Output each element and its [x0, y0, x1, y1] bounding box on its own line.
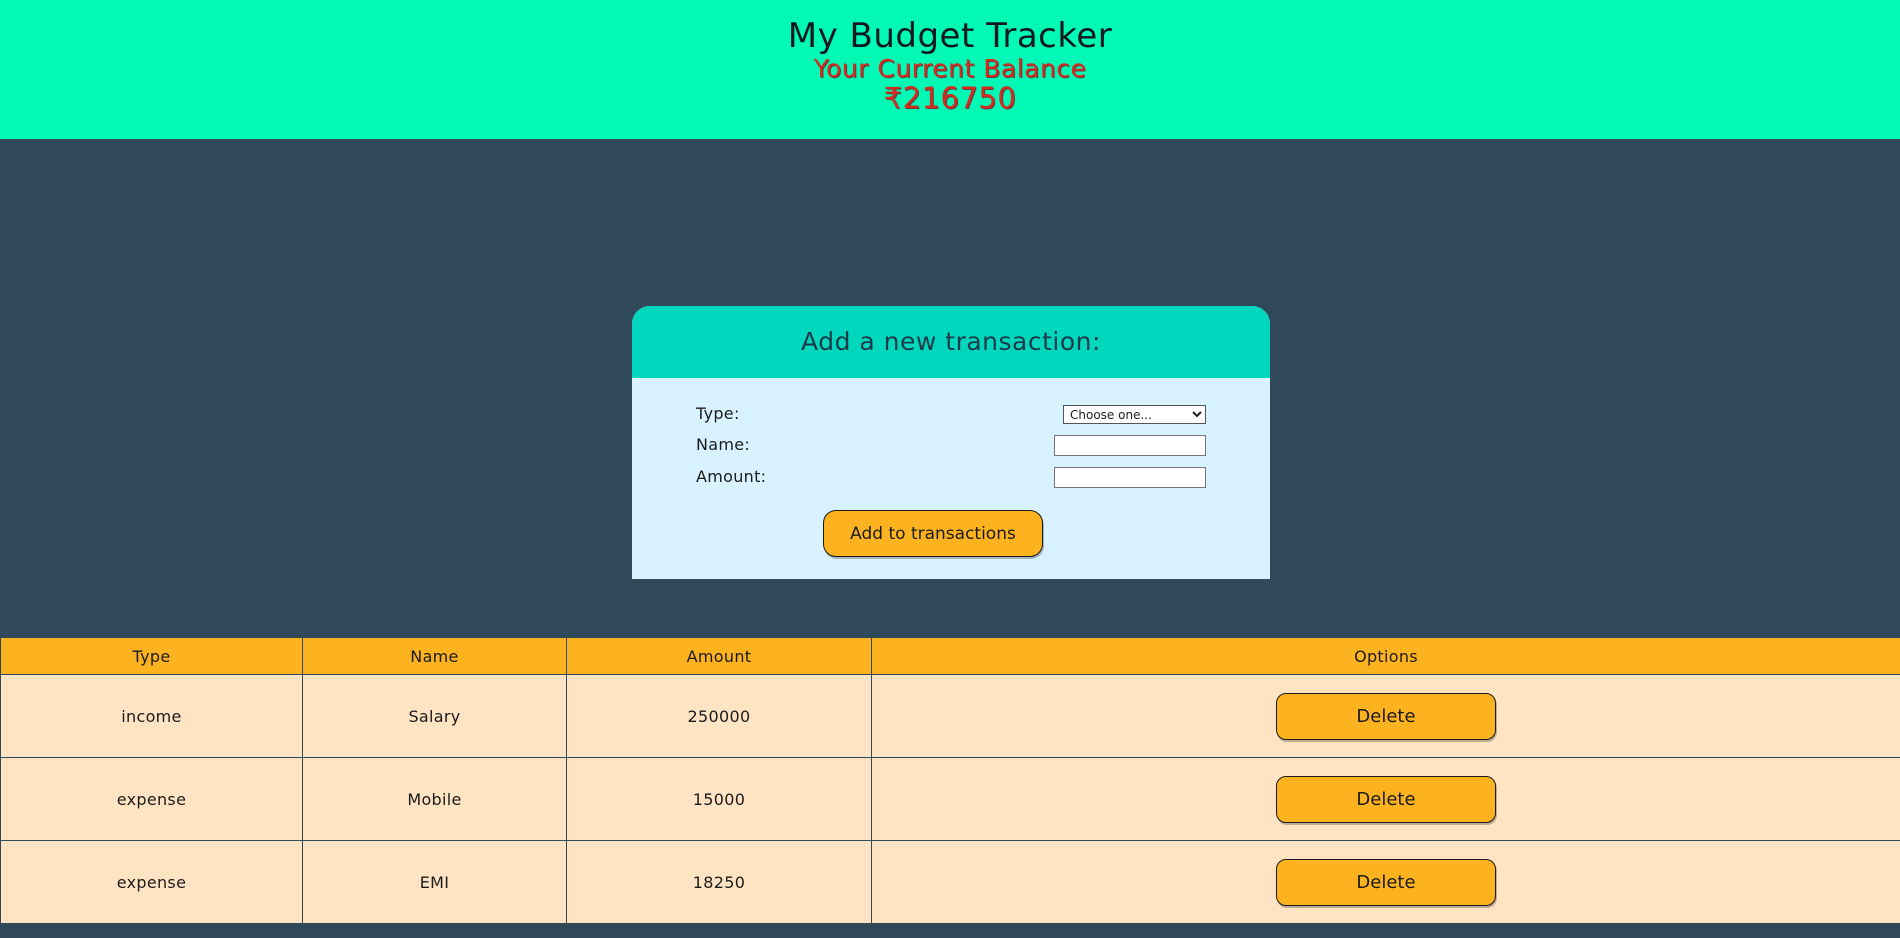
- row-name: Salary: [302, 674, 567, 758]
- delete-button[interactable]: Delete: [1276, 858, 1496, 906]
- row-name: EMI: [302, 840, 567, 924]
- transactions-table: Type Name Amount Options income Salary 2…: [0, 637, 1900, 924]
- add-to-transactions-button[interactable]: Add to transactions: [823, 510, 1043, 557]
- balance-label: Your Current Balance: [813, 54, 1087, 83]
- header-amount: Amount: [566, 637, 872, 675]
- delete-button[interactable]: Delete: [1276, 692, 1496, 740]
- table-row: expense EMI 18250 Delete: [0, 840, 1900, 924]
- delete-button[interactable]: Delete: [1276, 775, 1496, 823]
- amount-label: Amount:: [696, 467, 767, 486]
- type-label: Type:: [696, 404, 740, 423]
- row-type: income: [0, 674, 303, 758]
- row-type: expense: [0, 757, 303, 841]
- row-name: Mobile: [302, 757, 567, 841]
- row-amount: 18250: [566, 840, 872, 924]
- header-name: Name: [302, 637, 567, 675]
- table-row: expense Mobile 15000 Delete: [0, 757, 1900, 841]
- name-input[interactable]: [1054, 435, 1206, 456]
- row-options: Delete: [871, 674, 1900, 758]
- row-options: Delete: [871, 840, 1900, 924]
- row-amount: 15000: [566, 757, 872, 841]
- row-options: Delete: [871, 757, 1900, 841]
- balance-amount: ₹216750: [883, 81, 1017, 115]
- app-title: My Budget Tracker: [787, 16, 1113, 56]
- table-header-row: Type Name Amount Options: [0, 637, 1900, 675]
- table-row: income Salary 250000 Delete: [0, 674, 1900, 758]
- top-header: My Budget Tracker Your Current Balance ₹…: [0, 0, 1900, 139]
- header-options: Options: [871, 637, 1900, 675]
- row-type: expense: [0, 840, 303, 924]
- name-label: Name:: [696, 435, 751, 454]
- row-amount: 250000: [566, 674, 872, 758]
- add-transaction-card: Add a new transaction: Type: Choose one.…: [632, 306, 1270, 579]
- form-heading: Add a new transaction:: [632, 306, 1270, 378]
- amount-input[interactable]: [1054, 467, 1206, 488]
- header-type: Type: [0, 637, 303, 675]
- type-select[interactable]: Choose one...: [1063, 405, 1206, 424]
